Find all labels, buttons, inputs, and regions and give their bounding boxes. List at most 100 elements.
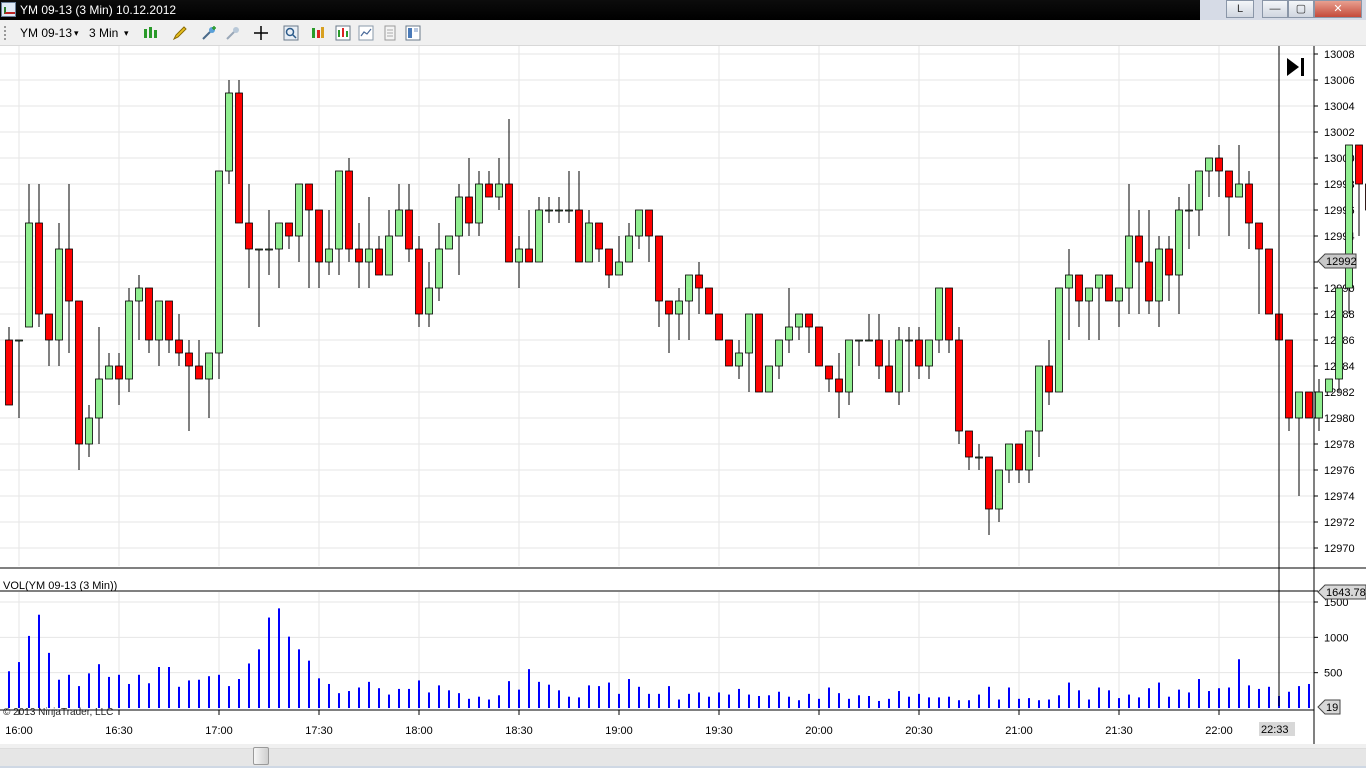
candle-up bbox=[845, 339, 853, 393]
volume-current-marker: 1643.78 bbox=[1317, 584, 1366, 600]
candle-down bbox=[45, 313, 53, 341]
candle-down bbox=[65, 248, 73, 302]
candle-up bbox=[555, 209, 563, 212]
scroll-thumb[interactable] bbox=[253, 747, 269, 765]
instrument-selector[interactable]: YM 09-13 bbox=[20, 26, 72, 40]
candle-up bbox=[385, 235, 393, 276]
candle-up bbox=[625, 235, 633, 263]
candle-up bbox=[25, 222, 33, 328]
search-icon[interactable] bbox=[283, 25, 299, 41]
scroll-to-end-button[interactable] bbox=[1287, 58, 1304, 76]
current-time-label: 22:33 bbox=[1261, 724, 1289, 736]
candle-up bbox=[615, 261, 623, 276]
close-button[interactable]: ✕ bbox=[1314, 0, 1362, 18]
candle-up bbox=[475, 183, 483, 224]
minimize-button[interactable]: — bbox=[1262, 0, 1288, 18]
volume-tick-label: 1000 bbox=[1324, 632, 1348, 644]
candle-up bbox=[95, 378, 103, 419]
indicators-icon[interactable] bbox=[335, 25, 351, 41]
candle-down bbox=[1245, 183, 1253, 224]
bar-type-icon[interactable] bbox=[143, 25, 159, 41]
candle-down bbox=[605, 248, 613, 276]
volume-axis: 15001000500 bbox=[1314, 597, 1348, 680]
candle-down bbox=[1015, 443, 1023, 471]
candle-down bbox=[145, 287, 153, 341]
chart-trader-icon[interactable] bbox=[405, 25, 421, 41]
candle-up bbox=[455, 196, 463, 237]
candle-up bbox=[205, 352, 213, 380]
candle-up bbox=[1065, 274, 1073, 289]
candle-up bbox=[445, 235, 453, 250]
candle-down bbox=[415, 248, 423, 315]
price-tick-label: 12974 bbox=[1324, 491, 1355, 503]
candle-up bbox=[155, 300, 163, 341]
candle-up bbox=[585, 222, 593, 263]
candle-up bbox=[215, 170, 223, 354]
candle-down bbox=[595, 222, 603, 250]
time-tick-label: 20:30 bbox=[905, 725, 933, 737]
candle-up bbox=[105, 365, 113, 380]
strategies-icon[interactable] bbox=[358, 25, 374, 41]
candle-down bbox=[875, 339, 883, 367]
scroll-track[interactable] bbox=[0, 748, 1366, 766]
candle-up bbox=[895, 339, 903, 393]
chevron-down-icon[interactable]: ▾ bbox=[124, 28, 129, 39]
candle-down bbox=[355, 248, 363, 263]
candle-down bbox=[175, 339, 183, 354]
price-tick-label: 13008 bbox=[1324, 49, 1355, 61]
candle-down bbox=[315, 209, 323, 263]
candle-up bbox=[1155, 248, 1163, 302]
candle-up bbox=[975, 456, 983, 459]
candle-up bbox=[275, 222, 283, 250]
horizontal-scrollbar[interactable] bbox=[0, 744, 1366, 768]
candle-down bbox=[115, 365, 123, 380]
candle-down bbox=[195, 365, 203, 380]
candle-down bbox=[1285, 339, 1293, 419]
candle-down bbox=[35, 222, 43, 315]
price-chart[interactable]: 1300813006130041300213000129981299612994… bbox=[0, 46, 1366, 744]
data-box-icon[interactable] bbox=[382, 25, 398, 41]
candle-up bbox=[535, 209, 543, 263]
candle-up bbox=[735, 352, 743, 367]
layout-button[interactable]: L bbox=[1226, 0, 1254, 18]
candle-up bbox=[1315, 391, 1323, 419]
volume-last-marker: 19 bbox=[1317, 699, 1341, 715]
candle-up bbox=[1055, 287, 1063, 393]
crosshair-icon[interactable] bbox=[253, 25, 269, 41]
drawing-tool-icon[interactable] bbox=[172, 25, 188, 41]
time-tick-label: 16:00 bbox=[5, 725, 33, 737]
candle-up bbox=[545, 209, 553, 212]
copyright-notice: © 2013 NinjaTrader, LLC bbox=[3, 707, 113, 718]
candle-up bbox=[905, 339, 913, 342]
candle-up bbox=[55, 248, 63, 341]
candle-down bbox=[1225, 170, 1233, 198]
candle-down bbox=[5, 339, 13, 406]
interval-selector[interactable]: 3 Min bbox=[89, 26, 118, 40]
candle-up bbox=[15, 339, 23, 342]
candle-down bbox=[665, 300, 673, 315]
time-tick-label: 21:00 bbox=[1005, 725, 1033, 737]
candle-up bbox=[1185, 209, 1193, 212]
candle-down bbox=[1135, 235, 1143, 263]
time-tick-label: 19:30 bbox=[705, 725, 733, 737]
maximize-button[interactable]: ▢ bbox=[1288, 0, 1314, 18]
candle-down bbox=[245, 222, 253, 250]
chevron-down-icon[interactable]: ▾ bbox=[74, 28, 79, 39]
zoom-out-icon[interactable] bbox=[225, 25, 241, 41]
toolbar-grip[interactable] bbox=[4, 26, 8, 40]
candle-up bbox=[265, 248, 273, 251]
candle-down bbox=[885, 365, 893, 393]
candle-down bbox=[1075, 274, 1083, 302]
candle-up bbox=[425, 287, 433, 315]
volume-last-label: 19 bbox=[1326, 702, 1338, 714]
candle-up bbox=[1195, 170, 1203, 211]
candle-down bbox=[805, 313, 813, 328]
price-tick-label: 12978 bbox=[1324, 439, 1355, 451]
price-tick-label: 13006 bbox=[1324, 75, 1355, 87]
candle-up bbox=[765, 365, 773, 393]
time-tick-label: 17:00 bbox=[205, 725, 233, 737]
chart-toolbar: YM 09-13 ▾ 3 Min ▾ bbox=[0, 20, 1366, 46]
zoom-in-icon[interactable] bbox=[201, 25, 217, 41]
chart-properties-icon[interactable] bbox=[310, 25, 326, 41]
candle-down bbox=[525, 248, 533, 263]
